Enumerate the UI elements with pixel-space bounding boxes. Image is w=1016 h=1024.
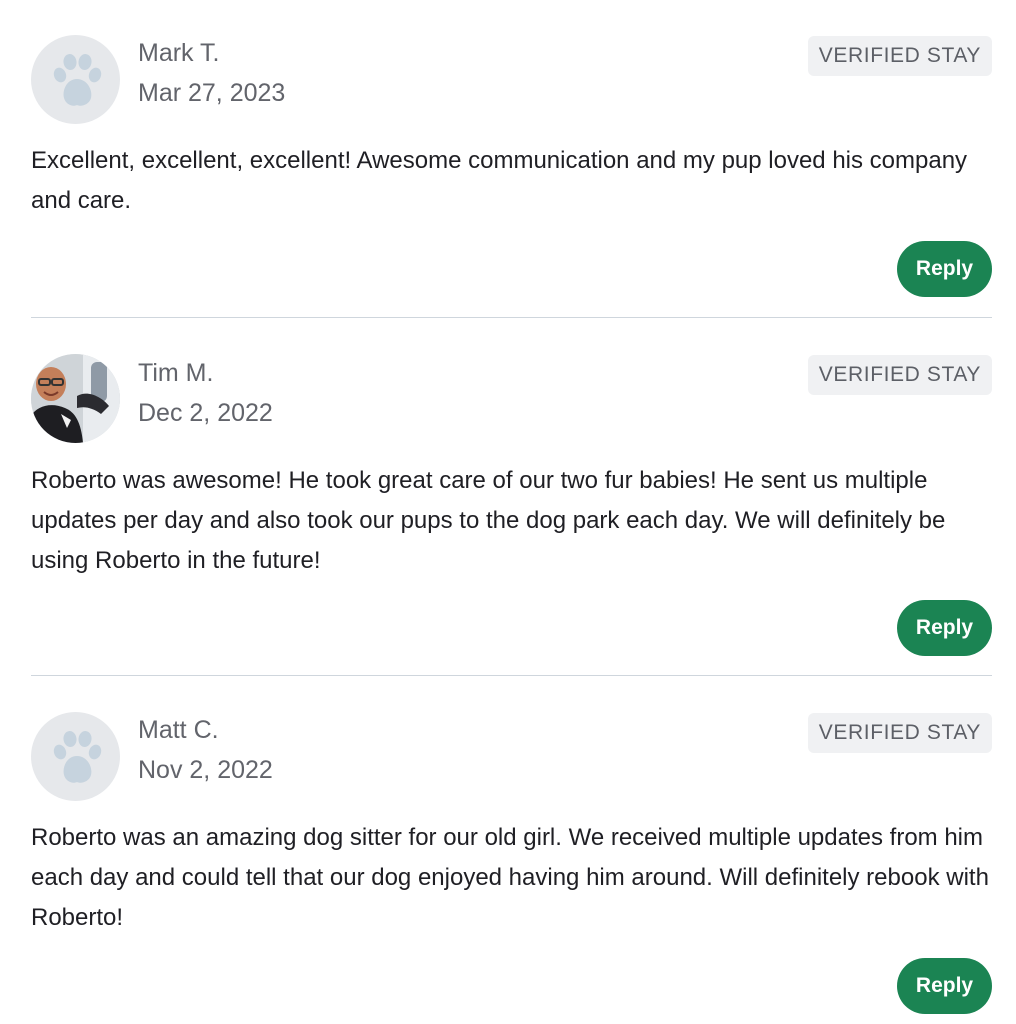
paw-icon [53, 731, 102, 783]
user-photo-icon [31, 354, 120, 443]
review-text: Roberto was awesome! He took great care … [31, 467, 946, 574]
review-divider [31, 317, 992, 318]
avatar [31, 712, 120, 801]
verified-stay-badge: VERIFIED STAY [807, 36, 992, 76]
review-text: Roberto was an amazing dog sitter for ou… [31, 824, 989, 931]
reply-button[interactable]: Reply [897, 958, 992, 1014]
review-date: Mar 27, 2023 [138, 79, 286, 107]
avatar [31, 354, 120, 443]
review-card: Mark T. Mar 27, 2023 VERIFIED STAY Excel… [31, 35, 992, 297]
reply-button[interactable]: Reply [897, 241, 992, 297]
review-card: Matt C. Nov 2, 2022 VERIFIED STAY Robert… [31, 712, 992, 1014]
review-divider [31, 675, 992, 676]
verified-stay-badge: VERIFIED STAY [807, 355, 992, 395]
verified-stay-badge: VERIFIED STAY [807, 713, 992, 753]
paw-icon [53, 54, 102, 106]
avatar [31, 35, 120, 124]
reviewer-name: Matt C. [138, 716, 219, 744]
review-date: Nov 2, 2022 [138, 756, 273, 784]
review-text: Excellent, excellent, excellent! Awesome… [31, 147, 968, 214]
reply-button[interactable]: Reply [897, 600, 992, 656]
reviewer-name: Tim M. [138, 359, 214, 387]
review-list: Mark T. Mar 27, 2023 VERIFIED STAY Excel… [0, 0, 1016, 1024]
review-card: Tim M. Dec 2, 2022 VERIFIED STAY Roberto… [31, 354, 992, 656]
reviewer-name: Mark T. [138, 39, 220, 67]
review-date: Dec 2, 2022 [138, 399, 273, 427]
